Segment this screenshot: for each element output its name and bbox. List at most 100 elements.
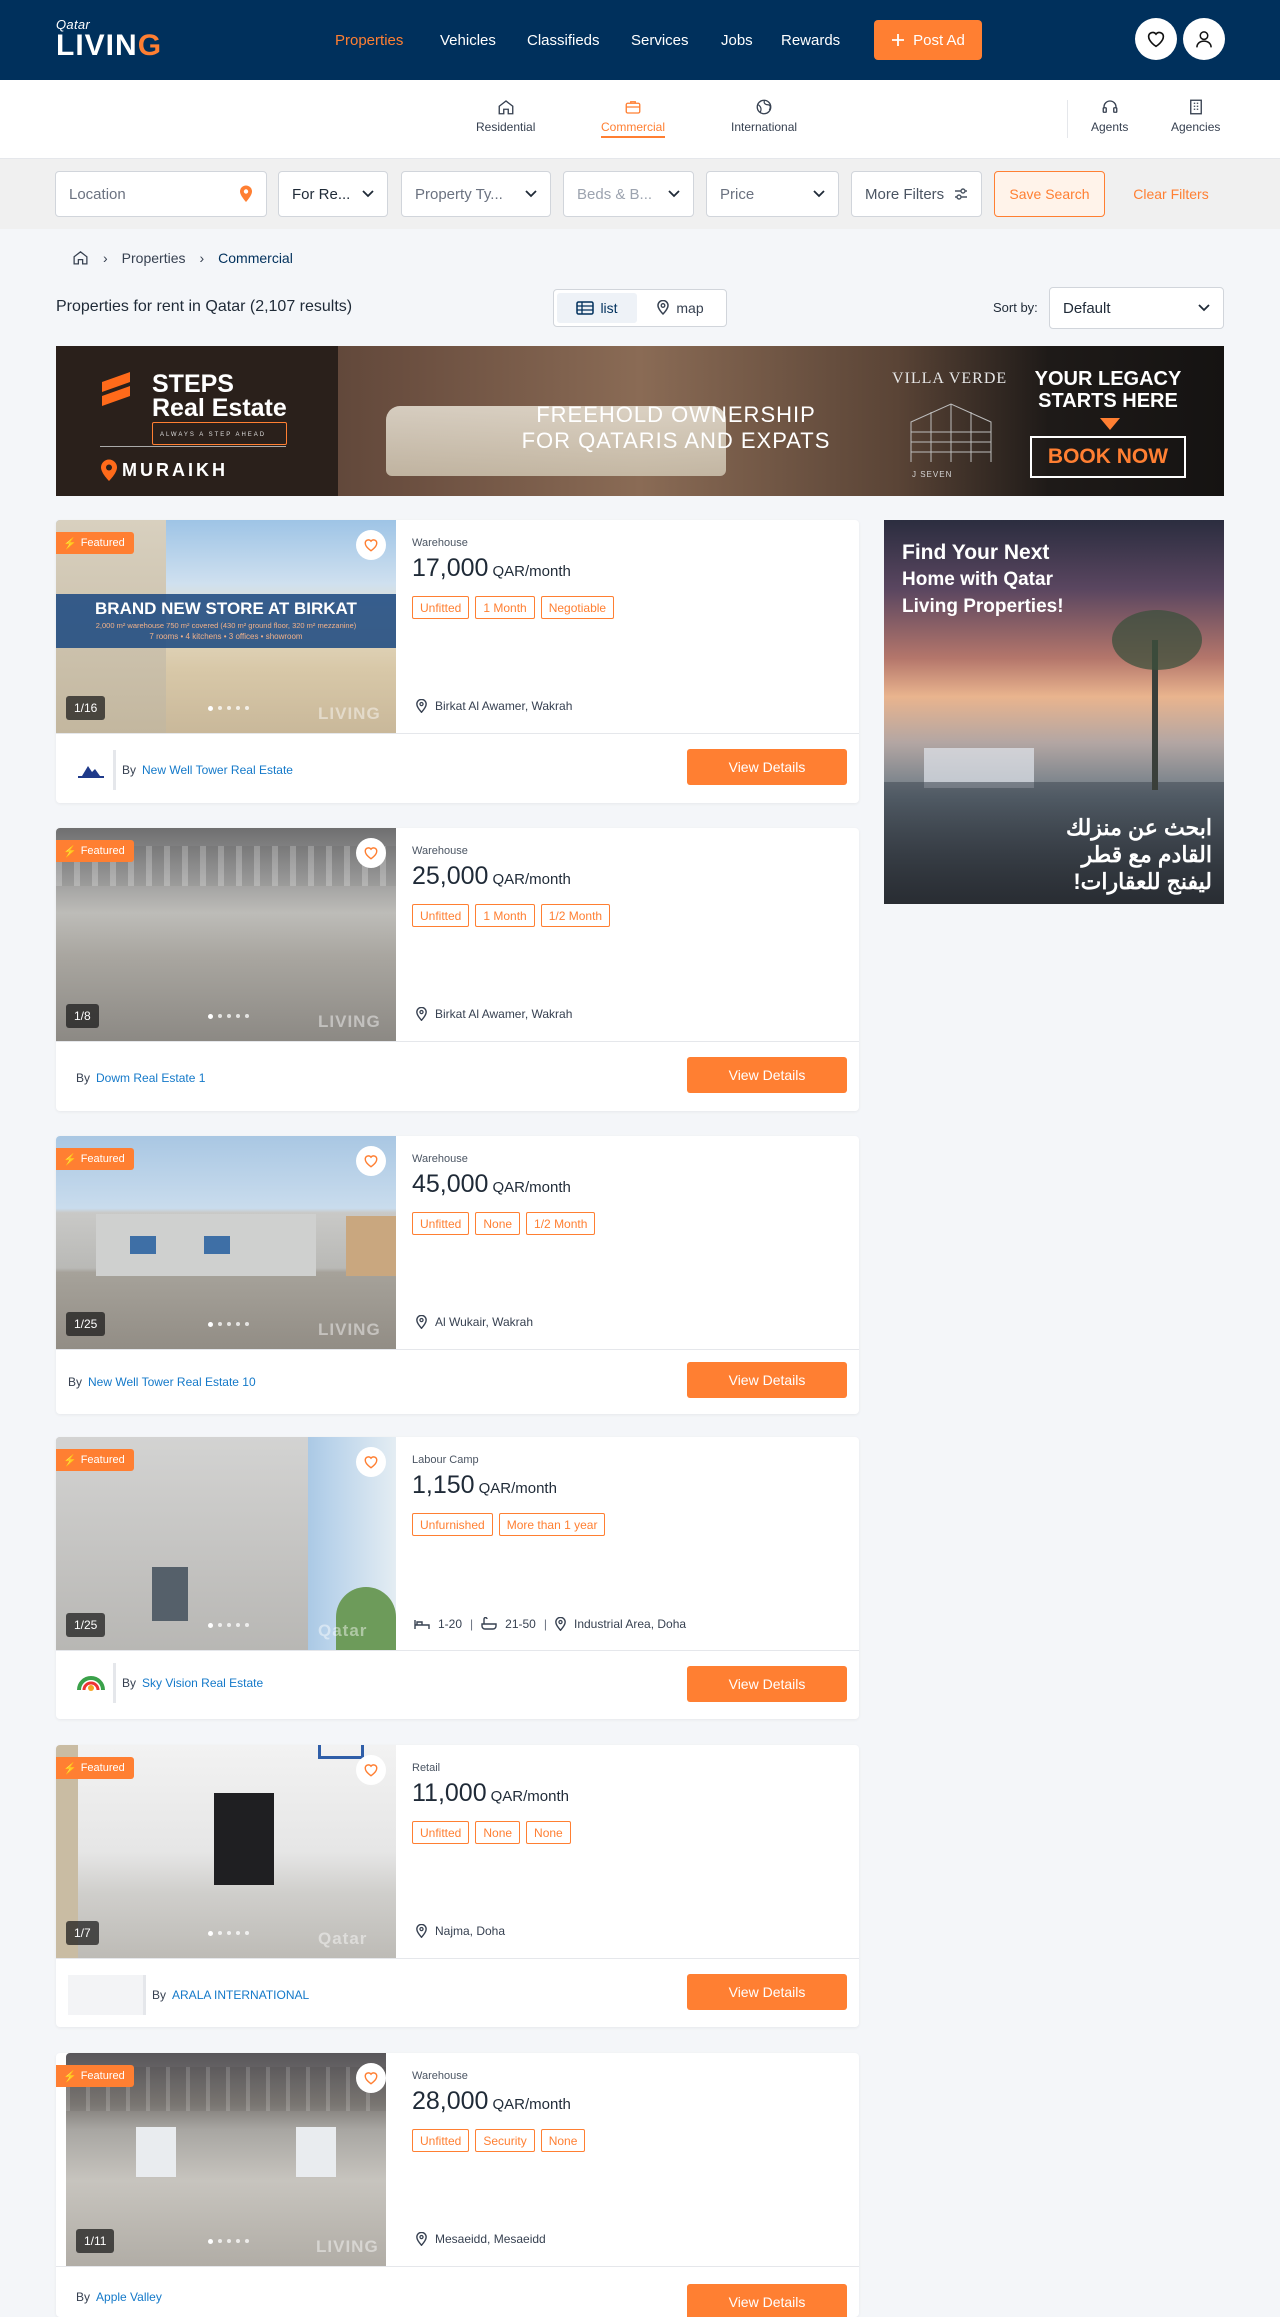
view-details-button[interactable]: View Details [687,1974,847,2010]
book-now-button[interactable]: BOOK NOW [1030,436,1186,478]
more-filters-button[interactable]: More Filters [851,171,982,217]
post-ad-button[interactable]: Post Ad [874,20,982,60]
save-search-button[interactable]: Save Search [994,171,1105,217]
promo-arabic: ابحث عن منزلك القادم مع قطر ليفنج للعقار… [984,814,1212,895]
nav-vehicles[interactable]: Vehicles [440,32,496,49]
nav-jobs[interactable]: Jobs [721,32,753,49]
price-unit: QAR/month [492,563,571,580]
favorite-button[interactable] [356,1447,386,1477]
logo-part-a: LIVI [56,29,116,62]
view-details-button[interactable]: View Details [687,1057,847,1093]
promo-banner[interactable]: Find Your Next Home with Qatar Living Pr… [884,520,1224,904]
property-type-select[interactable]: Property Ty... [401,171,551,217]
price-value: Price [720,185,755,203]
agency-logo[interactable] [68,1663,116,1703]
banner-project-sub: J SEVEN [912,470,953,479]
chevron-down-icon [525,190,537,198]
favorite-button[interactable] [356,838,386,868]
agency-name[interactable]: ARALA INTERNATIONAL [172,1988,309,2002]
agency-name[interactable]: Sky Vision Real Estate [142,1676,263,1690]
view-details-button[interactable]: View Details [687,1362,847,1398]
carousel-dots[interactable] [208,1931,249,1936]
tab-commercial[interactable]: Commercial [601,98,666,138]
nav-agents[interactable]: Agents [1091,98,1128,134]
beds-range: 1-20 [438,1617,463,1631]
view-details-button[interactable]: View Details [687,2284,847,2317]
favorite-button[interactable] [356,530,386,560]
tab-international[interactable]: International [731,98,797,134]
nav-agencies[interactable]: Agencies [1171,98,1220,134]
listing-category: Warehouse [412,845,468,857]
location-input[interactable]: Location [55,171,267,217]
nav-services[interactable]: Services [631,32,689,49]
featured-label: Featured [80,537,125,549]
agency-name[interactable]: Apple Valley [96,2290,162,2304]
spec-separator: | [470,1617,474,1631]
photo-counter: 1/16 [66,696,106,720]
carousel-dots[interactable] [208,706,249,711]
listing-card: ⚡ Featured 1/25 LIVING Warehouse 45,000 QA… [56,1136,859,1414]
view-details-button[interactable]: View Details [687,749,847,785]
sort-select[interactable]: Default [1049,287,1224,329]
location-text: Industrial Area, Doha [573,1617,687,1631]
list-view-button[interactable]: list [557,293,637,323]
tab-residential[interactable]: Residential [476,98,535,134]
map-view-button[interactable]: map [637,293,723,323]
agency-row: By ARALA INTERNATIONAL [68,1975,309,2015]
ad-banner[interactable]: STEPS Real Estate ALWAYS A STEP AHEAD MU… [56,346,1224,496]
listing-photo[interactable]: BRAND NEW STORE AT BIRKAT 2,000 m² wareh… [56,520,396,733]
listing-photo[interactable]: ⚡ Featured 1/8 LIVING [56,828,396,1041]
banner-divider [100,446,286,447]
carousel-dots[interactable] [208,1014,249,1019]
clear-filters-button[interactable]: Clear Filters [1112,171,1230,217]
price-unit: QAR/month [492,871,571,888]
favorite-button[interactable] [356,2063,386,2093]
listing-photo[interactable]: ⚡ Featured 1/25 Qatar [56,1437,396,1650]
location-text: Al Wukair, Wakrah [435,1315,534,1329]
featured-badge: ⚡ Featured [56,2065,134,2087]
price-unit: QAR/month [492,2096,571,2113]
view-details-button[interactable]: View Details [687,1666,847,1702]
listing-card: ⚡ Featured 1/8 LIVING Warehouse 25,000 QAR… [56,828,859,1111]
breadcrumb-properties[interactable]: Properties [122,250,186,266]
banner-headline-1: FREEHOLD OWNERSHIP [536,402,816,427]
favorite-button[interactable] [356,1146,386,1176]
qatar-living-logo[interactable]: Qatar LIVING [56,18,163,62]
carousel-dots[interactable] [208,1322,249,1327]
price-value: 28,000 [412,2087,489,2115]
agency-name[interactable]: New Well Tower Real Estate [142,763,293,777]
agency-name[interactable]: New Well Tower Real Estate 10 [88,1375,256,1389]
heart-icon [1147,31,1165,48]
logo-part-b: N [115,29,138,62]
banner-brand-tag: ALWAYS A STEP AHEAD [152,422,287,445]
nav-rewards[interactable]: Rewards [781,32,840,49]
agency-name[interactable]: Dowm Real Estate 1 [96,1071,205,1085]
watermark: LIVING [318,1320,381,1339]
bolt-icon: ⚡ [63,537,77,550]
location-text: Mesaeidd, Mesaeidd [435,2232,546,2246]
agency-logo[interactable] [68,1975,146,2015]
more-filters-label: More Filters [865,185,945,203]
rent-type-select[interactable]: For Re... [278,171,388,217]
favorites-button[interactable] [1135,18,1177,60]
favorite-button[interactable] [356,1755,386,1785]
headset-icon [1102,100,1118,113]
carousel-dots[interactable] [208,1623,249,1628]
logo-part-c: G [137,29,163,62]
nav-properties[interactable]: Properties [335,32,403,49]
agency-logo[interactable] [68,750,116,790]
price-value: 1,150 [412,1471,475,1499]
results-title: Properties for rent in Qatar (2,107 resu… [56,298,353,315]
tag-furnishing: Unfitted [412,2129,470,2152]
listing-photo[interactable]: ⚡ Featured 1/7 Qatar [56,1745,396,1958]
account-button[interactable] [1183,18,1225,60]
beds-baths-select[interactable]: Beds & B... [563,171,694,217]
home-icon[interactable] [72,249,89,266]
nav-classifieds[interactable]: Classifieds [527,32,600,49]
nav-vehicles-wrap: Vehicles [440,0,496,80]
overlay-sub-1: 2,000 m² warehouse 750 m² covered (430 m… [95,621,357,630]
price-select[interactable]: Price [706,171,839,217]
carousel-dots[interactable] [208,2239,249,2244]
card-divider [56,1349,859,1350]
listing-photo[interactable]: ⚡ Featured 1/25 LIVING [56,1136,396,1349]
